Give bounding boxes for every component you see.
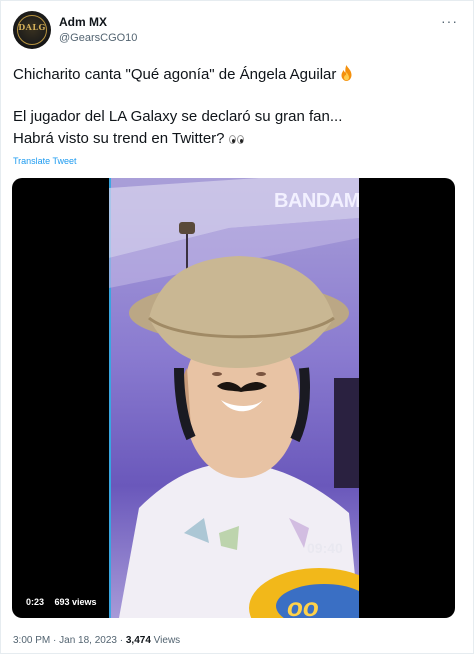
view-count: 3,474: [125, 635, 151, 646]
video-player[interactable]: oo BANDAM 09:40 0:23 693 views: [12, 178, 455, 618]
avatar-logo-text: DALG: [18, 22, 46, 32]
video-duration: 0:23: [26, 597, 45, 607]
broadcast-timestamp: 09:40: [307, 540, 343, 556]
tweet-text-line-2: El jugador del LA Galaxy se declaró su g…: [13, 108, 343, 125]
video-frame: oo BANDAM 09:40: [109, 178, 359, 618]
eyes-emoji-icon: [228, 131, 245, 148]
video-views: 693 views: [54, 597, 97, 607]
tweet-footer: 3:00 PM · Jan 18, 2023 · 3,474 Views: [13, 635, 180, 646]
tweet-text-line-3: Habrá visto su trend en Twitter?: [13, 130, 245, 148]
display-name[interactable]: Adm MX: [59, 15, 107, 29]
translate-tweet-link[interactable]: Translate Tweet: [13, 156, 77, 166]
tweet-text-line-1: Chicharito canta "Qué agonía" de Ángela …: [13, 65, 353, 83]
left-eye-shape: [228, 135, 236, 144]
tweet-text-line-3-text: Habrá visto su trend en Twitter?: [13, 130, 225, 147]
fire-emoji-icon: [341, 65, 352, 81]
tweet-timestamp[interactable]: 3:00 PM · Jan 18, 2023 ·: [13, 635, 123, 646]
user-handle[interactable]: @GearsCGO10: [59, 32, 137, 44]
video-metadata: 0:23 693 views: [26, 597, 97, 607]
more-dots-icon[interactable]: ···: [441, 13, 458, 29]
channel-watermark: BANDAM: [274, 190, 359, 212]
tweet-card: DALG Adm MX @GearsCGO10 ··· Chicharito c…: [0, 0, 474, 654]
tweet-text-line-1-text: Chicharito canta "Qué agonía" de Ángela …: [13, 66, 337, 83]
svg-text:oo: oo: [287, 592, 319, 618]
views-label: Views: [153, 635, 181, 646]
right-eye-shape: [236, 135, 244, 144]
avatar[interactable]: DALG: [13, 11, 51, 49]
